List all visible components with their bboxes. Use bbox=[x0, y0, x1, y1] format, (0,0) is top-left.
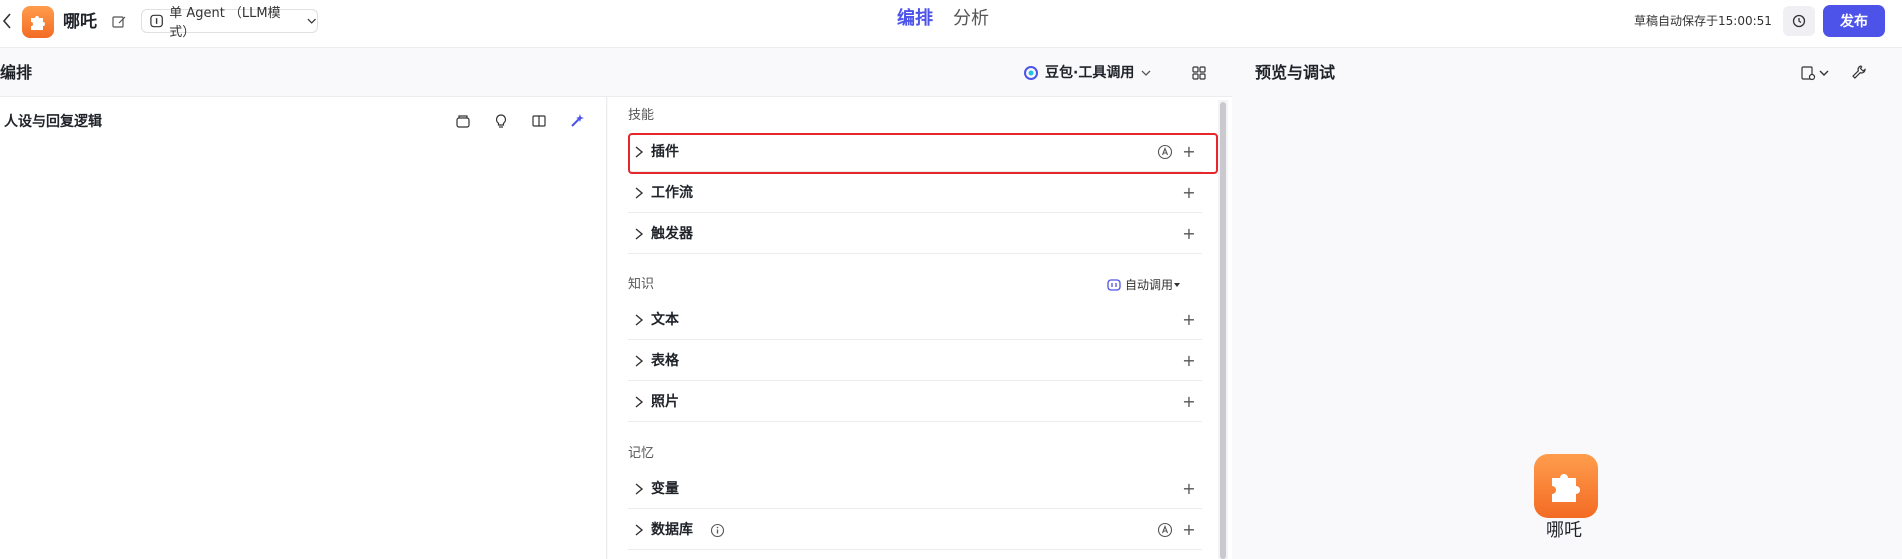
history-icon bbox=[1792, 14, 1806, 28]
back-icon[interactable] bbox=[0, 10, 14, 32]
plugin-highlight-box bbox=[628, 133, 1218, 174]
add-trigger-button[interactable]: + bbox=[1182, 225, 1196, 243]
model-label: 豆包·工具调用 bbox=[1045, 65, 1135, 81]
add-workflow-button[interactable]: + bbox=[1182, 184, 1196, 202]
knowledge-label: 表格 bbox=[651, 353, 679, 369]
chevron-right-icon bbox=[635, 483, 644, 495]
app-name: 哪吒 bbox=[63, 12, 97, 32]
prompt-title: 人设与回复逻辑 bbox=[4, 114, 102, 130]
bot-avatar bbox=[1534, 454, 1598, 518]
knowledge-row-table[interactable]: 表格 + bbox=[628, 341, 1202, 381]
knowledge-row-text[interactable]: 文本 + bbox=[628, 300, 1202, 340]
debug-settings-select[interactable] bbox=[1800, 64, 1830, 82]
caret-down-icon bbox=[1174, 283, 1181, 287]
publish-button[interactable]: 发布 bbox=[1823, 5, 1885, 37]
prompt-toolbar bbox=[455, 113, 585, 129]
layout-grid-icon[interactable] bbox=[1191, 65, 1207, 81]
knowledge-section-title: 知识 bbox=[628, 277, 655, 292]
puzzle-icon bbox=[31, 16, 45, 30]
chevron-right-icon bbox=[635, 314, 644, 326]
autosave-status: 草稿自动保存于15:00:51 bbox=[1634, 14, 1772, 28]
bot-name: 哪吒 bbox=[1546, 520, 1582, 541]
skills-scrollbar-thumb[interactable] bbox=[1220, 102, 1226, 559]
memory-row-database[interactable]: 数据库 + bbox=[628, 510, 1202, 550]
add-database-button[interactable]: + bbox=[1182, 521, 1196, 539]
chevron-down-icon bbox=[307, 18, 316, 24]
memory-section-title: 记忆 bbox=[628, 446, 655, 461]
skill-row-trigger[interactable]: 触发器 + bbox=[628, 214, 1202, 254]
prompt-library-icon[interactable] bbox=[455, 113, 471, 129]
chevron-down-icon bbox=[1819, 70, 1829, 76]
memory-label: 变量 bbox=[651, 481, 679, 497]
orchestration-title: 编排 bbox=[0, 63, 33, 82]
auto-mode-icon[interactable] bbox=[1157, 522, 1173, 538]
add-photo-button[interactable]: + bbox=[1182, 393, 1196, 411]
lightbulb-icon[interactable] bbox=[493, 113, 509, 129]
history-button[interactable] bbox=[1783, 6, 1815, 36]
app-logo bbox=[22, 6, 54, 38]
skill-row-workflow[interactable]: 工作流 + bbox=[628, 173, 1202, 213]
top-bar: 哪吒 单 Agent （LLM模式） 编排 分析 草稿自动保存于15:00:51… bbox=[0, 0, 1902, 48]
knowledge-auto-call-select[interactable]: 自动调用 bbox=[1107, 276, 1181, 294]
tab-orchestration[interactable]: 编排 bbox=[897, 6, 933, 32]
knowledge-label: 文本 bbox=[651, 312, 679, 328]
orchestration-header: 编排 豆包·工具调用 bbox=[0, 49, 1232, 97]
skill-label: 工作流 bbox=[651, 185, 693, 201]
split-view-icon[interactable] bbox=[531, 113, 547, 129]
preview-panel: 预览与调试 哪吒 bbox=[1233, 49, 1902, 559]
skill-label: 触发器 bbox=[651, 226, 693, 242]
chevron-right-icon bbox=[635, 187, 644, 199]
add-table-button[interactable]: + bbox=[1182, 352, 1196, 370]
agent-mode-label: 单 Agent （LLM模式） bbox=[169, 6, 281, 40]
edit-icon[interactable] bbox=[111, 14, 127, 30]
memory-label: 数据库 bbox=[651, 522, 693, 538]
tab-analysis[interactable]: 分析 bbox=[953, 6, 989, 32]
model-select[interactable]: 豆包·工具调用 bbox=[1023, 62, 1152, 84]
memory-row-variable[interactable]: 变量 + bbox=[628, 469, 1202, 509]
info-icon[interactable] bbox=[710, 523, 725, 538]
auto-call-icon bbox=[1107, 279, 1121, 291]
chevron-right-icon bbox=[635, 355, 644, 367]
model-icon bbox=[1024, 66, 1038, 80]
auto-call-label: 自动调用 bbox=[1125, 278, 1174, 292]
knowledge-row-photo[interactable]: 照片 + bbox=[628, 382, 1202, 422]
chevron-right-icon bbox=[635, 524, 644, 536]
chevron-right-icon bbox=[635, 396, 644, 408]
add-text-button[interactable]: + bbox=[1182, 311, 1196, 329]
knowledge-label: 照片 bbox=[651, 394, 679, 410]
ai-optimize-icon[interactable] bbox=[569, 113, 585, 129]
prompt-panel: 人设与回复逻辑 bbox=[0, 97, 607, 559]
skills-section-title: 技能 bbox=[628, 108, 655, 123]
chevron-down-icon bbox=[1141, 70, 1151, 76]
agent-mode-select[interactable]: 单 Agent （LLM模式） bbox=[141, 6, 318, 40]
add-variable-button[interactable]: + bbox=[1182, 480, 1196, 498]
main-tabs: 编排 分析 bbox=[897, 6, 989, 32]
debug-settings-icon bbox=[1801, 66, 1816, 81]
puzzle-icon bbox=[1552, 474, 1580, 502]
agent-icon bbox=[150, 14, 163, 28]
preview-title: 预览与调试 bbox=[1255, 63, 1336, 82]
chevron-right-icon bbox=[635, 228, 644, 240]
wrench-icon[interactable] bbox=[1851, 64, 1867, 80]
